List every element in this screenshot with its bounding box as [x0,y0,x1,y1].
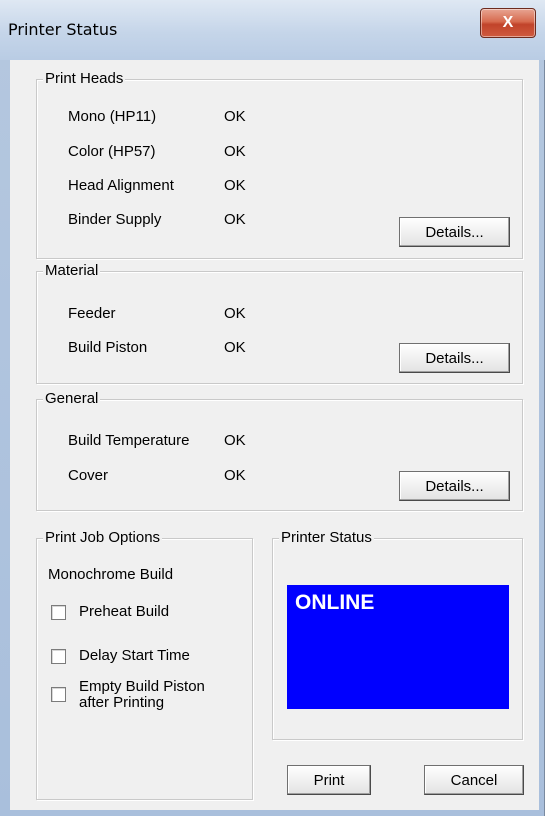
cancel-button[interactable]: Cancel [424,765,524,795]
build-piston-status: OK [224,339,246,356]
dialog-window: Printer Status X Print Heads Mono (HP11)… [0,0,545,816]
close-button[interactable]: X [480,8,536,38]
build-temperature-status: OK [224,432,246,449]
print-heads-details-button[interactable]: Details... [399,217,510,247]
cover-label: Cover [68,467,109,484]
printer-status-legend: Printer Status [279,528,374,548]
print-button[interactable]: Print [287,765,371,795]
preheat-build-checkbox[interactable] [51,605,66,620]
build-piston-label: Build Piston [68,339,148,356]
empty-build-piston-label-line2[interactable]: after Printing [79,694,164,712]
binder-supply-status: OK [224,211,246,228]
mono-head-label: Mono (HP11) [68,108,157,125]
binder-supply-label: Binder Supply [68,211,162,228]
feeder-status: OK [224,305,246,322]
head-alignment-label: Head Alignment [68,177,174,194]
color-head-status: OK [224,143,246,160]
print-job-options-legend: Print Job Options [43,528,163,548]
build-temperature-label: Build Temperature [68,432,190,449]
print-heads-legend: Print Heads [43,69,126,89]
close-icon: X [502,14,514,31]
printer-status-display: ONLINE [287,585,509,709]
cover-status: OK [224,467,246,484]
mono-head-status: OK [224,108,246,125]
printer-status-value: ONLINE [295,591,375,614]
preheat-build-label[interactable]: Preheat Build [79,602,169,622]
material-legend: Material [43,261,101,281]
material-details-button[interactable]: Details... [399,343,510,373]
delay-start-time-label[interactable]: Delay Start Time [79,646,190,666]
window-title: Printer Status [8,20,118,39]
general-details-button[interactable]: Details... [399,471,510,501]
empty-build-piston-checkbox[interactable] [51,687,66,702]
general-legend: General [43,389,101,409]
feeder-label: Feeder [68,305,116,322]
dialog-client-area: Print Heads Mono (HP11) OK Color (HP57) … [10,60,539,810]
monochrome-build-label: Monochrome Build [48,566,174,583]
delay-start-time-checkbox[interactable] [51,649,66,664]
title-bar[interactable]: Printer Status X [0,0,545,60]
color-head-label: Color (HP57) [68,143,156,160]
head-alignment-status: OK [224,177,246,194]
